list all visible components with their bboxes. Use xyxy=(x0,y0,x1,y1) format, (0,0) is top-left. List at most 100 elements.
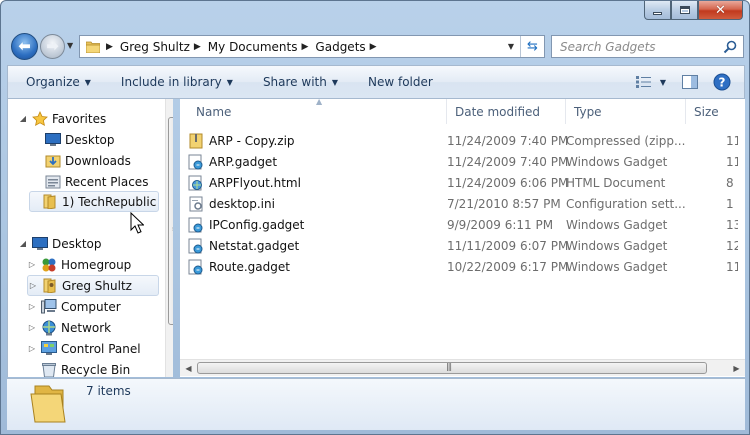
scrollbar-grip-icon: ||| xyxy=(446,362,452,371)
search-icon[interactable] xyxy=(723,40,737,54)
file-name: Netstat.gadget xyxy=(209,238,300,253)
refresh-button[interactable]: ⇆ xyxy=(520,36,544,57)
horizontal-scrollbar[interactable]: ◀ ||| ▶ xyxy=(180,359,745,376)
expand-arrow-icon[interactable]: ▷ xyxy=(27,302,37,311)
breadcrumb-greg-shultz[interactable]: Greg Shultz xyxy=(120,40,190,54)
view-options-dropdown[interactable]: ▼ xyxy=(656,71,670,93)
new-folder-button[interactable]: New folder xyxy=(368,75,433,89)
file-name: ARPFlyout.html xyxy=(209,175,301,190)
tree-item-recycle-bin[interactable]: Recycle Bin xyxy=(27,359,130,377)
tree-item-downloads[interactable]: Downloads xyxy=(31,150,131,171)
file-type: Compressed (zipp... xyxy=(566,133,686,148)
tree-item-control-panel[interactable]: ▷ Control Panel xyxy=(27,338,141,359)
details-view-icon xyxy=(636,76,651,88)
scrollbar-thumb[interactable]: ≡ xyxy=(168,117,173,325)
minimize-button[interactable] xyxy=(644,1,671,20)
file-size: 11 xyxy=(726,133,738,148)
scrollbar-grip-icon: ≡ xyxy=(172,226,173,233)
tree-item-label: Desktop xyxy=(65,132,115,147)
column-header-label: Size xyxy=(694,104,719,119)
tree-item-desktop[interactable]: ◢ Desktop xyxy=(18,233,102,254)
expand-arrow-icon[interactable]: ▷ xyxy=(27,344,37,353)
breadcrumb-separator-icon[interactable]: ▶ xyxy=(302,42,309,52)
breadcrumb-separator-icon[interactable]: ▶ xyxy=(106,42,113,52)
help-button[interactable]: ? xyxy=(710,71,734,93)
address-history-dropdown[interactable]: ▼ xyxy=(502,36,520,57)
file-row[interactable]: ARP.gadget 11/24/2009 7:40 PM Windows Ga… xyxy=(188,151,745,172)
share-with-button[interactable]: Share with ▼ xyxy=(263,75,338,89)
help-icon: ? xyxy=(713,73,731,91)
file-size: 12 xyxy=(726,238,738,253)
minimize-icon xyxy=(653,11,662,15)
tree-item-greg-shultz[interactable]: ▷ Greg Shultz xyxy=(27,275,159,296)
preview-pane-icon xyxy=(682,75,698,89)
scroll-left-arrow-icon[interactable]: ◀ xyxy=(180,360,197,376)
tree-item-homegroup[interactable]: ▷ Homegroup xyxy=(27,254,131,275)
organize-button[interactable]: Organize ▼ xyxy=(26,75,91,89)
file-row[interactable]: IPConfig.gadget 9/9/2009 6:11 PM Windows… xyxy=(188,214,745,235)
control-panel-icon xyxy=(40,341,57,357)
html-icon xyxy=(188,175,204,191)
tree-item-label: Favorites xyxy=(52,111,107,126)
breadcrumb-separator-icon[interactable]: ▶ xyxy=(370,42,377,52)
file-name: ARP.gadget xyxy=(209,154,278,169)
scrollbar-thumb[interactable]: ||| xyxy=(197,362,707,374)
caption-buttons: ✕ xyxy=(644,1,743,20)
expand-arrow-icon[interactable]: ▷ xyxy=(27,260,37,269)
file-name: desktop.ini xyxy=(209,196,275,211)
tree-item-recent-places[interactable]: Recent Places xyxy=(31,171,148,192)
tree-item-computer[interactable]: ▷ Computer xyxy=(27,296,121,317)
chevron-down-icon: ▼ xyxy=(84,77,91,87)
file-type: Windows Gadget xyxy=(566,259,668,274)
breadcrumb-my-documents[interactable]: My Documents xyxy=(208,40,298,54)
expand-arrow-icon[interactable]: ▷ xyxy=(27,323,37,332)
file-row[interactable]: ARP - Copy.zip 11/24/2009 7:40 PM Compre… xyxy=(188,130,745,151)
expand-arrow-icon[interactable]: ▷ xyxy=(28,281,38,290)
recent-pages-dropdown[interactable]: ▼ xyxy=(67,41,77,53)
tree-item-favorites[interactable]: ◢ Favorites xyxy=(18,108,106,129)
include-in-library-button[interactable]: Include in library ▼ xyxy=(121,75,233,89)
tree-item-techrepublic[interactable]: 1) TechRepublic xyxy=(29,191,159,212)
svg-text:?: ? xyxy=(719,76,726,90)
file-row[interactable]: desktop.ini 7/21/2010 8:57 PM Configurat… xyxy=(188,193,745,214)
file-row[interactable]: Netstat.gadget 11/11/2009 6:07 PM Window… xyxy=(188,235,745,256)
forward-button[interactable]: ➡ xyxy=(40,34,65,59)
collapse-arrow-icon[interactable]: ◢ xyxy=(18,114,28,123)
column-header-type[interactable]: Type xyxy=(566,99,686,124)
homegroup-icon xyxy=(40,257,57,273)
file-date: 11/24/2009 7:40 PM xyxy=(447,133,569,148)
explorer-window: ✕ ⬅ ➡ ▼ ▶ Greg Shultz ▶ My Documents ▶ G… xyxy=(0,0,750,435)
back-button[interactable]: ⬅ xyxy=(11,33,38,60)
search-input[interactable] xyxy=(560,39,720,54)
change-view-button[interactable] xyxy=(632,71,656,93)
preview-pane-button[interactable] xyxy=(678,71,702,93)
column-header-name[interactable]: ▲ Name xyxy=(180,99,447,124)
tree-item-desktop-favorite[interactable]: Desktop xyxy=(31,129,115,150)
maximize-button[interactable] xyxy=(671,1,698,20)
scroll-right-arrow-icon[interactable]: ▶ xyxy=(728,360,745,376)
navigation-pane: ◢ Favorites Desktop Downloads Recent Pla… xyxy=(7,99,173,377)
gadget-icon xyxy=(188,238,204,254)
column-header-date-modified[interactable]: Date modified xyxy=(447,99,566,124)
file-type: Configuration sett... xyxy=(566,196,686,211)
tree-item-label: 1) TechRepublic xyxy=(62,194,157,209)
column-header-label: Date modified xyxy=(455,104,541,119)
recycle-bin-icon xyxy=(40,362,57,377)
breadcrumb-separator-icon[interactable]: ▶ xyxy=(194,42,201,52)
collapse-arrow-icon[interactable]: ◢ xyxy=(18,239,28,248)
column-header-row: ▲ Name Date modified Type Size xyxy=(180,99,745,124)
file-row[interactable]: ARPFlyout.html 11/24/2009 6:06 PM HTML D… xyxy=(188,172,745,193)
tree-item-label: Desktop xyxy=(52,236,102,251)
breadcrumb-gadgets[interactable]: Gadgets xyxy=(315,40,365,54)
column-header-size[interactable]: Size xyxy=(686,99,745,124)
gadget-icon xyxy=(188,259,204,275)
tree-item-network[interactable]: ▷ Network xyxy=(27,317,111,338)
address-bar[interactable]: ▶ Greg Shultz ▶ My Documents ▶ Gadgets ▶… xyxy=(79,35,545,58)
file-type: HTML Document xyxy=(566,175,666,190)
file-row[interactable]: Route.gadget 10/22/2009 6:17 PM Windows … xyxy=(188,256,745,277)
item-count: 7 items xyxy=(86,384,131,398)
back-arrow-icon: ⬅ xyxy=(18,37,31,55)
navigation-pane-scrollbar[interactable]: ≡ xyxy=(165,99,173,377)
close-button[interactable]: ✕ xyxy=(698,1,743,20)
tree-item-label: Control Panel xyxy=(61,341,141,356)
